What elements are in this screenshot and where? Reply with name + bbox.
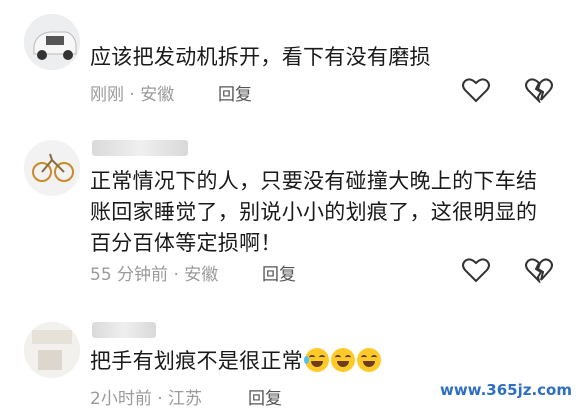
- comment-text: 把手有划痕不是很正常: [90, 346, 550, 377]
- broken-heart-icon[interactable]: [525, 77, 553, 103]
- avatar[interactable]: [24, 140, 80, 196]
- reply-button[interactable]: 回复: [262, 260, 296, 285]
- heart-icon[interactable]: [462, 77, 490, 103]
- comment-text: 正常情况下的人，只要没有碰撞大晚上的下车结账回家睡觉了，别说小小的划痕了，这很明…: [90, 169, 538, 255]
- avatar[interactable]: [24, 322, 80, 378]
- laughing-crying-emoji-icon: [357, 348, 381, 372]
- avatar[interactable]: [24, 14, 80, 70]
- username-blurred: [92, 322, 156, 338]
- comment-meta: 2小时前 · 江苏: [90, 389, 203, 409]
- heart-icon[interactable]: [462, 257, 490, 283]
- reply-button[interactable]: 回复: [248, 384, 282, 409]
- laughing-crying-emoji-icon: [331, 348, 355, 372]
- laughing-crying-emoji-icon: [304, 348, 329, 372]
- comment-text-content: 把手有划痕不是很正常: [90, 349, 303, 373]
- comment-meta: 刚刚 · 安徽: [90, 85, 175, 105]
- broken-heart-icon[interactable]: [525, 257, 553, 283]
- username-blurred: [92, 140, 188, 156]
- comment-meta: 55 分钟前 · 安徽: [90, 265, 219, 285]
- watermark: www.365jz.com: [439, 381, 572, 399]
- reply-button[interactable]: 回复: [218, 80, 252, 105]
- comment-text: 应该把发动机拆开，看下有没有磨损: [90, 45, 431, 69]
